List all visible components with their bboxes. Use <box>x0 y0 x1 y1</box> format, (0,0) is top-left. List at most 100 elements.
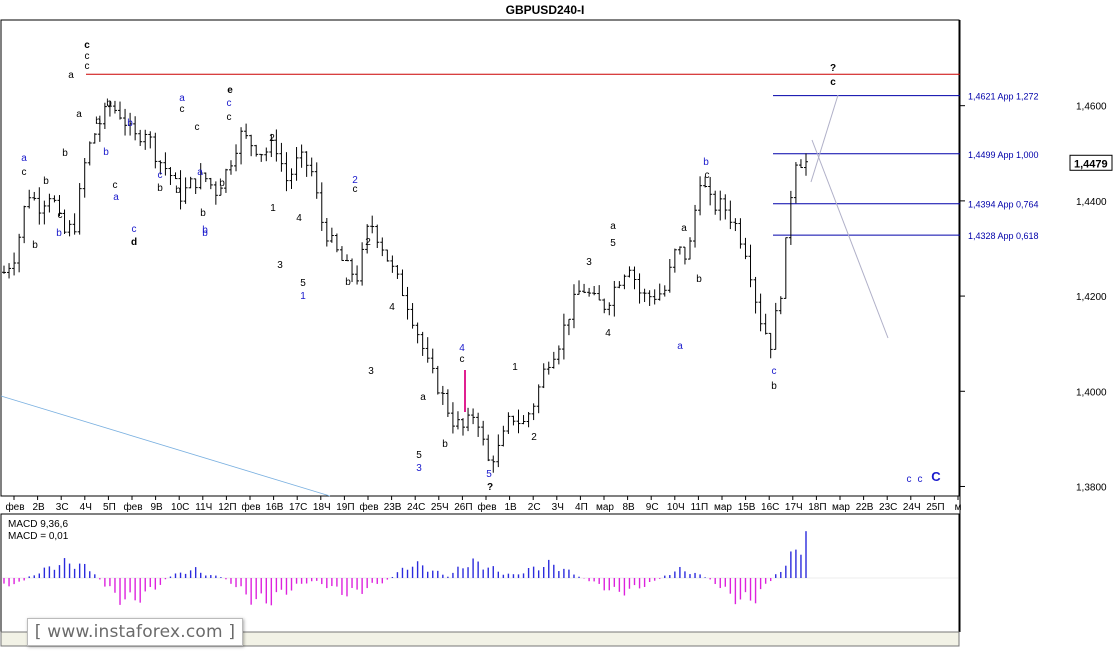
watermark: [ www.instaforex.com ] <box>27 618 243 646</box>
wave-label: c <box>85 61 90 72</box>
x-tick-label: 3Ч <box>552 502 564 513</box>
x-tick-label: фев <box>359 501 378 513</box>
x-tick-label: 24Ч <box>903 502 921 513</box>
wave-label: a <box>681 223 687 234</box>
macd-name-label: MACD 9,36,6 <box>8 519 68 530</box>
wave-label: 5 <box>486 469 492 480</box>
wave-label: c <box>705 170 710 181</box>
wave-label: a <box>197 167 203 178</box>
wave-label: 3 <box>586 257 592 268</box>
x-tick-label: 16В <box>266 502 284 513</box>
x-tick-label: мар <box>714 502 732 513</box>
wave-label: 3 <box>368 366 374 377</box>
wave-label: b <box>175 185 181 196</box>
wave-label: e <box>227 85 233 96</box>
wave-label: 2 <box>269 133 275 144</box>
x-tick-label: 9В <box>150 502 163 513</box>
x-tick-label: 3С <box>56 502 69 513</box>
price-chart: GBPUSD240-I 1,4621 App 1,272 1,4499 App 1… <box>0 0 1117 663</box>
wave-label: b <box>56 228 62 239</box>
x-tick-label: 10Ч <box>667 502 685 513</box>
x-tick-label: 4Ч <box>80 502 92 513</box>
wave-label: c <box>227 98 232 109</box>
x-tick-label: 19П <box>336 502 354 513</box>
x-tick-label: 17С <box>289 502 307 513</box>
wave-label: c <box>195 122 200 133</box>
wave-label: b <box>696 274 702 285</box>
x-tick-label: 17Ч <box>785 502 803 513</box>
x-tick-label: 18Ч <box>313 502 331 513</box>
x-tick-label: 25П <box>926 502 944 513</box>
wave-label: c <box>772 366 777 377</box>
wave-label: a <box>113 192 119 203</box>
wave-label: ? <box>830 63 836 74</box>
x-tick-label: 23С <box>879 502 897 513</box>
wave-label: a <box>420 392 426 403</box>
y-tick-label: 1,4200 <box>1076 292 1107 303</box>
x-tick-label: мар <box>596 502 614 513</box>
wave-label: c <box>180 104 185 115</box>
x-tick-label: фев <box>241 501 260 513</box>
x-tick-label: 2С <box>528 502 541 513</box>
current-price-label: 1,4479 <box>1074 158 1108 170</box>
wave-label: b <box>442 439 448 450</box>
wave-label: b <box>703 157 709 168</box>
wave-label: 2 <box>531 432 537 443</box>
wave-label: c <box>353 184 358 195</box>
x-tick-label: мар <box>832 502 850 513</box>
x-tick-label: 1В <box>504 502 517 513</box>
wave-label: b <box>106 98 112 109</box>
wave-label: 3 <box>416 463 422 474</box>
wave-label: C <box>931 469 941 484</box>
chart-title: GBPUSD240-I <box>506 3 585 17</box>
x-tick-label: 10С <box>171 502 189 513</box>
wave-label: c <box>84 40 90 51</box>
y-tick-label: 1,4000 <box>1076 387 1107 398</box>
wave-label: 5 <box>416 450 422 461</box>
wave-label: b <box>345 277 351 288</box>
x-tick-label: 9С <box>646 502 659 513</box>
wave-label: a <box>610 221 616 232</box>
wave-label: b <box>771 381 777 392</box>
wave-label: c <box>830 77 836 88</box>
x-tick-label: фев <box>5 501 24 513</box>
wave-label: c <box>907 474 912 485</box>
x-tick-label: м <box>955 502 962 513</box>
wave-label: 5 <box>610 238 616 249</box>
wave-label: 4 <box>459 343 465 354</box>
y-tick-label: 1,4400 <box>1076 197 1107 208</box>
x-tick-label: фев <box>123 501 142 513</box>
wave-label: 4 <box>296 213 302 224</box>
wave-label: ? <box>487 482 493 493</box>
wave-label: b <box>127 118 133 129</box>
wave-label: 3 <box>277 260 283 271</box>
x-tick-label: 18П <box>808 502 826 513</box>
wave-label: 1 <box>300 291 306 302</box>
wave-label: c <box>227 112 232 123</box>
wave-label: b <box>43 176 49 187</box>
wave-label: 1 <box>512 362 518 373</box>
x-tick-label: 24С <box>407 502 425 513</box>
wave-label: b <box>200 208 206 219</box>
fib-level-label: 1,4394 App 0,764 <box>968 200 1039 210</box>
x-tick-label: 16С <box>761 502 779 513</box>
x-tick-label: 23В <box>384 502 402 513</box>
wave-label: 4 <box>389 302 395 313</box>
wave-label: b <box>219 178 225 189</box>
wave-label: a <box>68 70 74 81</box>
wave-label: a <box>179 93 185 104</box>
wave-label: c <box>58 210 63 221</box>
x-tick-label: 12П <box>218 502 236 513</box>
wave-label: 1 <box>270 203 276 214</box>
x-tick-label: 2В <box>32 502 45 513</box>
wave-label: b <box>95 116 101 127</box>
wave-label: 5 <box>300 278 306 289</box>
wave-label: d <box>131 237 137 248</box>
wave-label: 2 <box>365 237 371 248</box>
wave-label: c <box>113 180 118 191</box>
x-tick-label: фев <box>477 501 496 513</box>
wave-label: c <box>132 224 137 235</box>
x-tick-label: 11П <box>691 502 709 513</box>
macd-value-label: MACD = 0,01 <box>8 531 69 542</box>
wave-label: c <box>22 167 27 178</box>
